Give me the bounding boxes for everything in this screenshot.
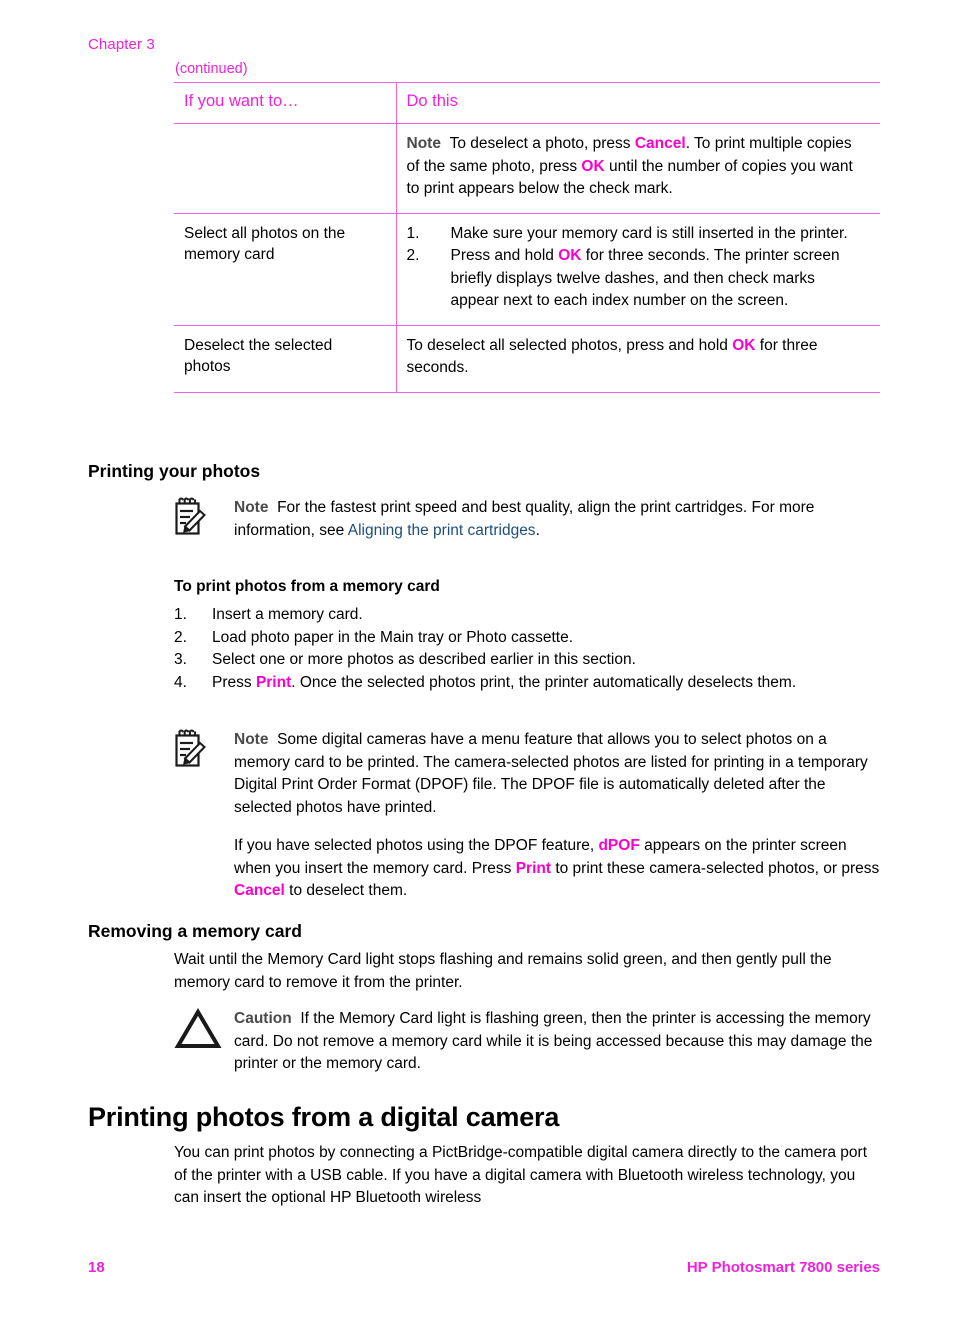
table-row: Note To deselect a photo, press Cancel. …: [174, 123, 880, 214]
caution-body-text: If the Memory Card light is flashing gre…: [234, 1010, 873, 1072]
table-cell-label: Deselect the selected photos: [174, 325, 397, 392]
note-block: Note Some digital cameras have a menu fe…: [174, 729, 880, 903]
list-item: 2. Load photo paper in the Main tray or P…: [174, 627, 880, 650]
footer-product-name: HP Photosmart 7800 series: [686, 1259, 880, 1276]
note-pad-pencil-icon: [174, 729, 208, 774]
table-cell-label: [174, 123, 397, 213]
paragraph-removing-memory-card: Wait until the Memory Card light stops f…: [174, 951, 832, 991]
note-paragraph-1: Some digital cameras have a menu feature…: [234, 731, 868, 816]
table-step-item: 1. Make sure your memory card is still in…: [407, 223, 867, 246]
note-label: Note: [234, 731, 269, 748]
document-page: Chapter 3 (continued) If you want to… Do…: [0, 0, 954, 1321]
step-number: 2.: [174, 628, 187, 646]
note-block: Note For the fastest print speed and bes…: [174, 497, 880, 542]
list-item: 1. Insert a memory card.: [174, 604, 880, 627]
keyword-ok: OK: [581, 157, 605, 175]
table-header-row: If you want to… Do this: [174, 82, 880, 124]
note-paragraph: Note Some digital cameras have a menu fe…: [234, 729, 880, 819]
warning-triangle-icon: [174, 1008, 222, 1055]
keyword-print: Print: [515, 859, 552, 877]
table-row: Deselect the selected photos To deselect…: [174, 325, 880, 392]
cell-text-pre: To deselect all selected photos, press a…: [406, 336, 733, 354]
table-continued-label: (continued): [175, 61, 248, 77]
keyword-ok: OK: [732, 336, 756, 354]
list-item: 4. Press Print. Once the selected photos …: [174, 672, 880, 695]
subheading-to-print-photos-from-memory-card: To print photos from a memory card: [174, 578, 440, 595]
caution-label: Caution: [234, 1010, 292, 1027]
note-text-part-2: .: [535, 521, 540, 539]
procedure-step-list: 1. Insert a memory card. 2. Load photo pap…: [174, 604, 880, 694]
keyword-print: Print: [255, 673, 292, 691]
caution-block: Caution If the Memory Card light is flas…: [174, 1008, 880, 1076]
table-cell-label: Select all photos on the memory card: [174, 213, 397, 325]
note-pad-pencil-icon: [174, 497, 208, 542]
dpof-text-d: to deselect them.: [284, 882, 408, 899]
table-row: Select all photos on the memory card 1. M…: [174, 213, 880, 325]
keyword-cancel: Cancel: [234, 882, 285, 899]
chapter-label: Chapter 3: [88, 36, 155, 53]
section-heading-printing-your-photos: Printing your photos: [88, 461, 261, 481]
note-text-part-1: To deselect a photo, press: [449, 135, 635, 152]
table-cell-body: Note To deselect a photo, press Cancel. …: [396, 124, 880, 214]
step-number: 1.: [406, 224, 420, 242]
footer-page-number: 18: [88, 1259, 105, 1276]
note-paragraph: If you have selected photos using the DP…: [234, 835, 880, 903]
caution-text: Caution If the Memory Card light is flas…: [234, 1008, 880, 1076]
note-text: Note For the fastest print speed and bes…: [234, 497, 880, 542]
section-heading-printing-photos-from-a-digital-camera: Printing photos from a digital camera: [88, 1102, 560, 1132]
step-number: 3.: [174, 651, 187, 668]
step-text: Select one or more photos as described e…: [212, 651, 636, 668]
step-text: Load photo paper in the Main tray or Pho…: [212, 628, 574, 646]
dpof-text-a: If you have selected photos using the DP…: [234, 837, 599, 854]
caution-paragraph: Caution If the Memory Card light is flas…: [234, 1008, 880, 1076]
step-text-pre: Press: [212, 673, 256, 691]
step-number: 4.: [174, 673, 187, 691]
step-text-post: . Once the selected photos print, the pr…: [291, 673, 797, 691]
keyword-cancel: Cancel: [634, 135, 686, 152]
table-column-header-do-this: Do this: [406, 92, 458, 110]
table-cell-body: To deselect all selected photos, press a…: [396, 325, 880, 392]
dpof-text-c: to print these camera-selected photos, o…: [551, 859, 880, 877]
list-item: 3. Select one or more photos as described…: [174, 649, 880, 672]
note-text: Note Some digital cameras have a menu fe…: [234, 729, 880, 903]
note-label: Note: [234, 499, 269, 516]
instructions-table: If you want to… Do this Note To deselect…: [174, 82, 880, 393]
keyword-ok: OK: [558, 247, 582, 264]
note-label: Note: [406, 135, 441, 152]
keyword-dpof: dPOF: [598, 837, 640, 854]
table-cell-body: 1. Make sure your memory card is still in…: [396, 213, 880, 325]
step-text-pre: Press and hold: [450, 247, 559, 264]
table-column-header-if-you-want-to: If you want to…: [174, 82, 397, 124]
paragraph-digital-camera: You can print photos by connecting a Pic…: [174, 1144, 867, 1206]
table-step-list: 1. Make sure your memory card is still in…: [407, 223, 867, 313]
step-number: 1.: [174, 606, 187, 623]
cross-reference-link-aligning-the-print-cartridges[interactable]: Aligning the print cartridges: [348, 522, 536, 539]
step-text: Make sure your memory card is still inse…: [450, 224, 848, 242]
step-number: 2.: [406, 247, 420, 264]
table-step-item: 2. Press and hold OK for three seconds. T…: [407, 245, 867, 313]
section-heading-removing-a-memory-card: Removing a memory card: [88, 921, 302, 941]
step-text: Insert a memory card.: [212, 606, 363, 623]
note-paragraph: Note For the fastest print speed and bes…: [234, 497, 880, 542]
